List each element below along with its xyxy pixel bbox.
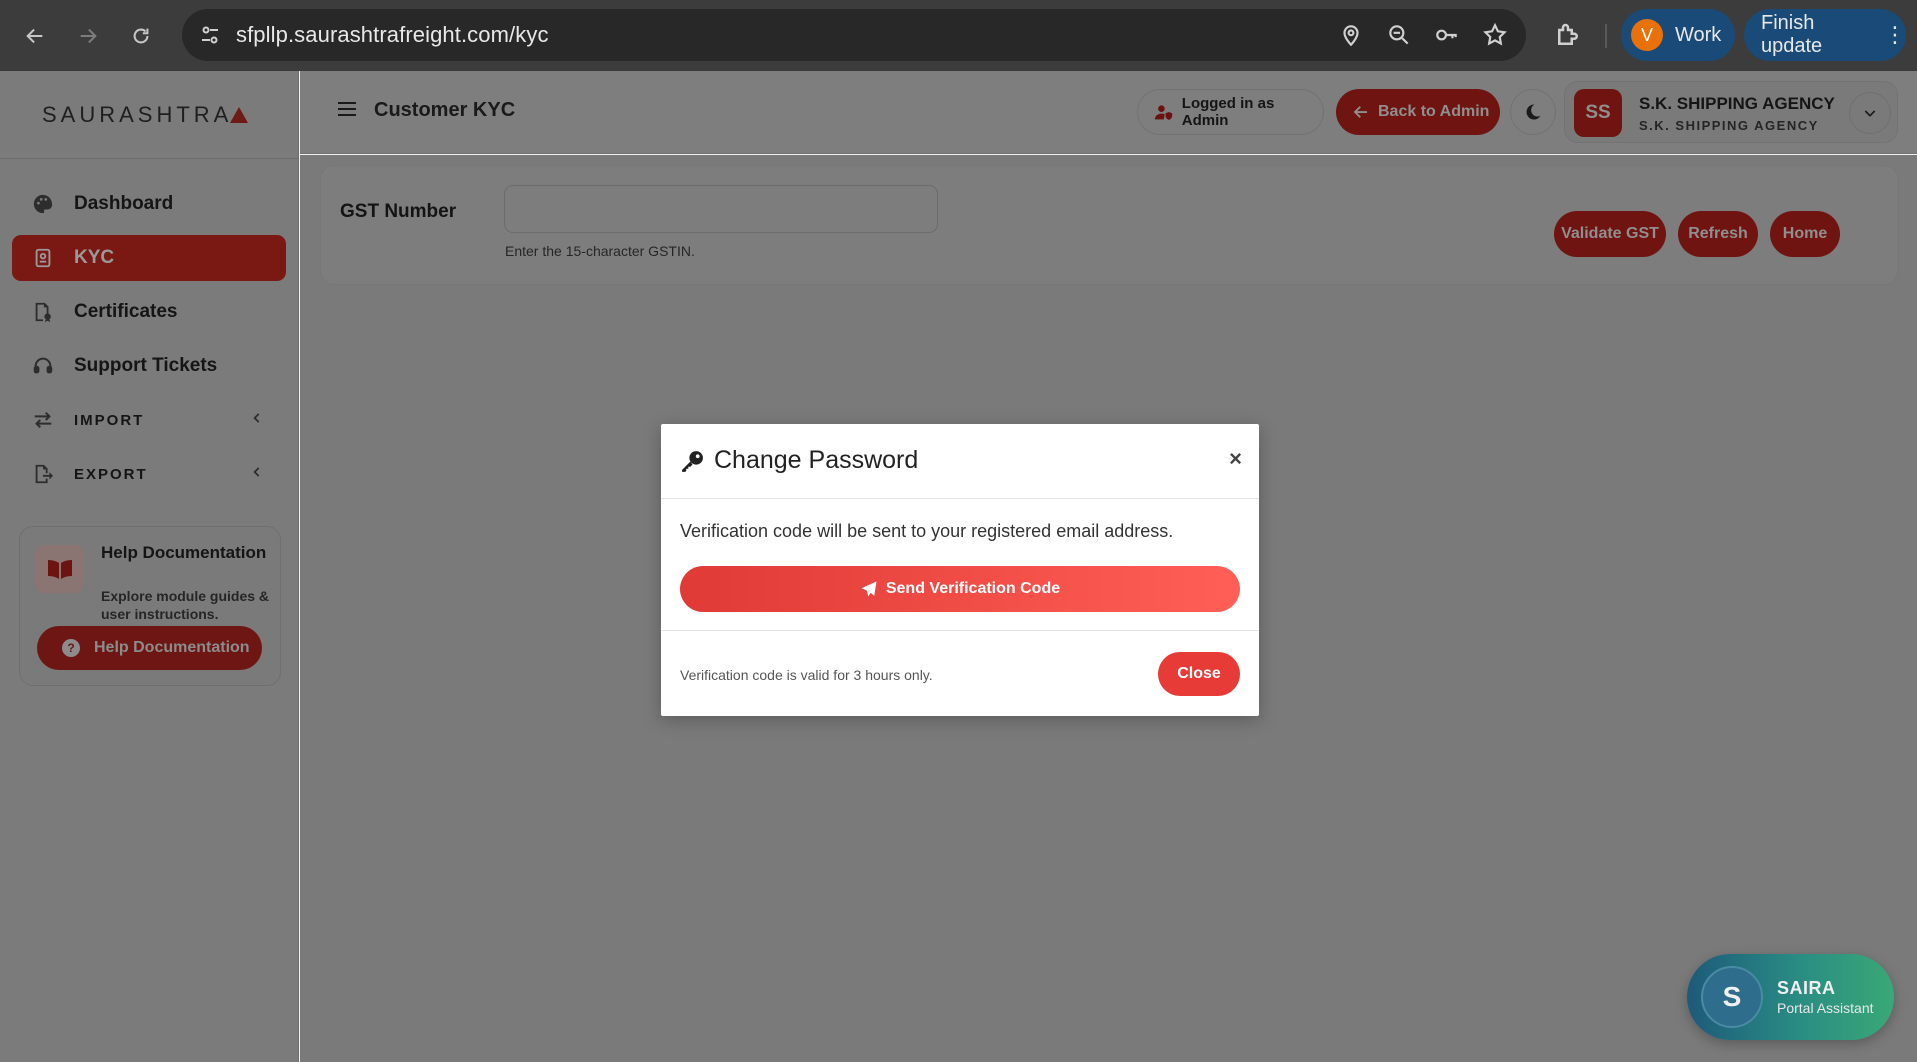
zoom-out-icon[interactable] xyxy=(1386,22,1412,48)
help-title: Help Documentation xyxy=(101,543,267,562)
user-shield-icon xyxy=(1154,105,1173,120)
key-icon xyxy=(682,451,703,472)
sidebar-item-certificates[interactable]: Certificates xyxy=(12,289,286,335)
paper-plane-icon xyxy=(861,581,877,597)
password-key-icon[interactable] xyxy=(1434,22,1460,48)
sidebar-menu: Dashboard KYC Certificates Support Ticke… xyxy=(0,159,298,497)
modal-body: Verification code will be sent to your r… xyxy=(661,499,1259,631)
modal-message: Verification code will be sent to your r… xyxy=(680,521,1174,541)
toolbar-divider xyxy=(1605,24,1607,48)
back-to-admin-label: Back to Admin xyxy=(1378,103,1490,120)
logged-in-text: Logged in as Admin xyxy=(1181,95,1275,129)
address-bar[interactable]: sfpllp.saurashtrafreight.com/kyc xyxy=(182,9,1526,61)
avatar: SS xyxy=(1574,89,1622,137)
home-button[interactable]: Home xyxy=(1770,211,1840,257)
modal-header: Change Password × xyxy=(661,424,1259,499)
sidebar-item-label: Certificates xyxy=(74,301,178,322)
certificate-icon xyxy=(35,302,51,323)
site-settings-icon[interactable] xyxy=(198,23,222,47)
back-to-admin-button[interactable]: Back to Admin xyxy=(1336,89,1500,135)
profile-avatar: V xyxy=(1631,19,1663,51)
profile-work-button[interactable]: V Work xyxy=(1621,9,1735,61)
sidebar-item-kyc[interactable]: KYC xyxy=(12,235,286,281)
brand-logo[interactable]: SAURASHTRA xyxy=(0,71,298,159)
send-verification-label: Send Verification Code xyxy=(885,580,1061,597)
location-pin-icon[interactable] xyxy=(1338,22,1364,48)
moon-icon xyxy=(1526,104,1541,120)
saira-assistant-button[interactable]: S SAIRA Portal Assistant xyxy=(1687,954,1894,1040)
sidebar-item-label: Dashboard xyxy=(74,193,174,214)
dark-mode-toggle[interactable] xyxy=(1510,89,1556,135)
help-card: Help Documentation Explore module guides… xyxy=(19,526,281,686)
sidebar-item-label: IMPORT xyxy=(74,411,145,429)
forward-arrow-icon[interactable] xyxy=(70,18,106,54)
bookmark-star-icon[interactable] xyxy=(1482,22,1508,48)
back-arrow-icon[interactable] xyxy=(17,18,53,54)
help-documentation-button[interactable]: ? Help Documentation xyxy=(37,626,262,670)
change-password-modal: Change Password × Verification code will… xyxy=(661,424,1259,716)
send-verification-code-button[interactable]: Send Verification Code xyxy=(680,566,1240,612)
brand-triangle-icon xyxy=(230,106,249,123)
gst-number-input[interactable] xyxy=(504,185,938,233)
profile-subtitle: S.K. SHIPPING AGENCY xyxy=(1639,118,1819,133)
profile-dropdown-button[interactable] xyxy=(1849,92,1891,134)
chevron-down-icon xyxy=(1864,110,1876,117)
sidebar-item-dashboard[interactable]: Dashboard xyxy=(12,181,286,227)
finish-update-label: Finish update xyxy=(1761,12,1823,57)
assistant-avatar: S xyxy=(1701,966,1763,1028)
sidebar-item-label: EXPORT xyxy=(74,465,148,483)
sidebar-item-label: Support Tickets xyxy=(74,355,218,376)
close-icon[interactable]: × xyxy=(1229,446,1242,472)
question-circle-icon: ? xyxy=(62,639,80,657)
id-card-icon xyxy=(35,248,51,268)
profile-name: S.K. SHIPPING AGENCY xyxy=(1639,94,1835,113)
sidebar-item-export[interactable]: EXPORT xyxy=(12,451,286,497)
arrow-left-icon xyxy=(1353,106,1367,118)
user-profile-menu[interactable]: SS S.K. SHIPPING AGENCY S.K. SHIPPING AG… xyxy=(1564,81,1898,143)
gst-hint: Enter the 15-character GSTIN. xyxy=(505,243,695,259)
help-button-label: Help Documentation xyxy=(94,639,250,656)
book-icon xyxy=(36,545,84,593)
finish-update-button[interactable]: Finish update ⋮ xyxy=(1744,9,1906,61)
close-button[interactable]: Close xyxy=(1158,652,1240,696)
hamburger-menu-icon[interactable] xyxy=(338,101,356,117)
sidebar-item-support-tickets[interactable]: Support Tickets xyxy=(12,343,286,389)
gst-card: GST Number Enter the 15-character GSTIN.… xyxy=(320,165,1898,285)
validate-gst-button[interactable]: Validate GST xyxy=(1554,211,1666,257)
browser-toolbar: sfpllp.saurashtrafreight.com/kyc V Work … xyxy=(0,0,1917,71)
top-header: Customer KYC Logged in as Admin Back to … xyxy=(300,71,1917,154)
help-description: Explore module guides & user instruction… xyxy=(101,588,270,622)
reload-icon[interactable] xyxy=(123,18,159,54)
brand-name: SAURASHTRA xyxy=(42,101,233,127)
footer-note: Verification code is valid for 3 hours o… xyxy=(680,667,933,683)
file-export-icon xyxy=(35,464,54,484)
sidebar-item-label: KYC xyxy=(74,247,115,268)
gst-number-label: GST Number xyxy=(340,201,457,222)
chevron-left-icon xyxy=(253,467,260,477)
assistant-name: SAIRA xyxy=(1777,978,1836,998)
more-vert-icon: ⋮ xyxy=(1884,22,1906,47)
extensions-puzzle-icon[interactable] xyxy=(1553,20,1583,50)
url-text[interactable]: sfpllp.saurashtrafreight.com/kyc xyxy=(236,22,549,48)
refresh-button[interactable]: Refresh xyxy=(1678,211,1758,257)
page-title: Customer KYC xyxy=(374,99,516,121)
logged-in-badge: Logged in as Admin xyxy=(1137,89,1324,135)
assistant-subtitle: Portal Assistant xyxy=(1777,1000,1874,1016)
headset-icon xyxy=(33,357,53,374)
sidebar-item-import[interactable]: IMPORT xyxy=(12,397,286,443)
modal-title: Change Password xyxy=(714,446,919,474)
arrows-exchange-icon xyxy=(34,411,52,429)
chevron-left-icon xyxy=(253,413,260,423)
modal-footer: Verification code is valid for 3 hours o… xyxy=(661,631,1259,715)
sidebar: SAURASHTRA Dashboard KYC Certificates Su… xyxy=(0,71,299,1062)
profile-label: Work xyxy=(1675,23,1722,46)
palette-icon xyxy=(33,194,53,214)
